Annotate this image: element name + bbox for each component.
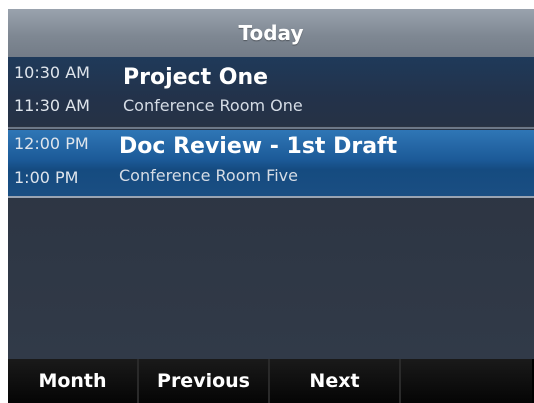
calendar-header: Today [8, 9, 534, 57]
event-end-time: 1:00 PM [14, 168, 79, 187]
list-divider [8, 127, 534, 129]
softkey-next[interactable]: Next [270, 359, 401, 403]
event-location: Conference Room Five [119, 166, 298, 185]
softkey-month[interactable]: Month [8, 359, 139, 403]
event-end-time: 11:30 AM [14, 96, 90, 115]
list-divider [8, 196, 534, 198]
event-title: Project One [123, 65, 269, 90]
softkey-previous[interactable]: Previous [139, 359, 270, 403]
event-item-project-one[interactable]: 10:30 AM 11:30 AM Project One Conference… [8, 57, 534, 126]
event-start-time: 10:30 AM [14, 63, 90, 82]
softkey-empty[interactable] [401, 359, 532, 403]
softkey-bar: Month Previous Next [8, 359, 534, 403]
event-item-doc-review[interactable]: 12:00 PM 1:00 PM Doc Review - 1st Draft … [8, 130, 534, 196]
event-title: Doc Review - 1st Draft [119, 134, 398, 159]
phone-screen: Today 10:30 AM 11:30 AM Project One Conf… [8, 9, 534, 403]
header-title: Today [238, 21, 304, 45]
event-list: 10:30 AM 11:30 AM Project One Conference… [8, 57, 534, 359]
event-location: Conference Room One [123, 96, 303, 115]
event-start-time: 12:00 PM [14, 134, 89, 153]
